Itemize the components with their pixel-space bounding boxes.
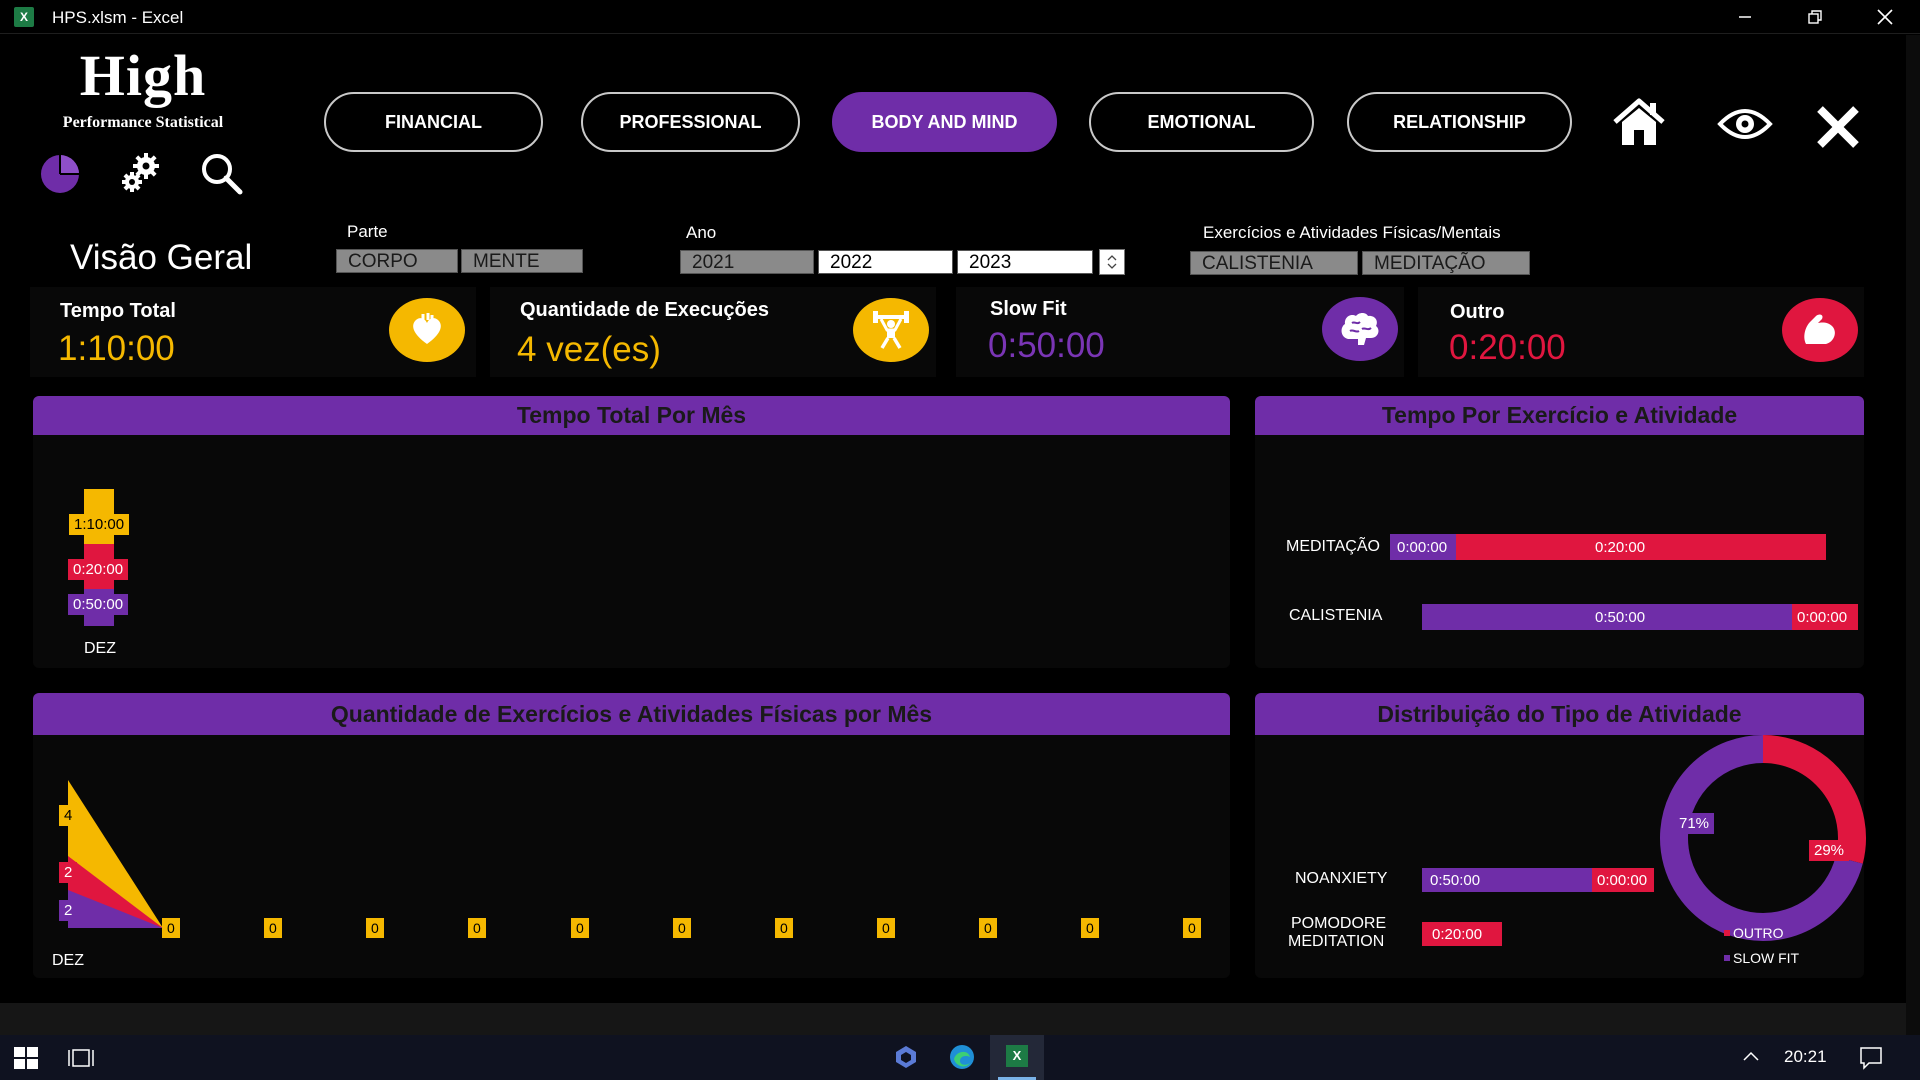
chart-donut bbox=[1660, 735, 1866, 941]
data-label: 0:50:00 bbox=[68, 594, 129, 615]
x-axis-label: DEZ bbox=[52, 952, 84, 969]
x-axis-label: DEZ bbox=[84, 640, 116, 657]
legend-swatch-slow-fit bbox=[1724, 955, 1730, 961]
category-label: MEDITAÇÃO bbox=[1286, 538, 1380, 555]
pie-label-slow-fit: 71% bbox=[1674, 813, 1715, 834]
chart-quantidade-por-mes bbox=[68, 780, 163, 928]
category-label: POMODORE bbox=[1291, 915, 1387, 932]
task-view-icon[interactable] bbox=[68, 1046, 94, 1075]
data-label: 0:00:00 bbox=[1792, 607, 1853, 628]
data-label-zero: 0 bbox=[468, 918, 486, 938]
data-label-zero: 0 bbox=[1183, 918, 1201, 938]
notification-icon[interactable] bbox=[1859, 1046, 1883, 1075]
data-label-zero: 0 bbox=[877, 918, 895, 938]
data-label-zero: 0 bbox=[979, 918, 997, 938]
pie-label-outro: 29% bbox=[1809, 840, 1850, 861]
category-label: MEDITATION bbox=[1288, 933, 1385, 950]
data-label: 0:20:00 bbox=[68, 559, 129, 580]
data-label: 2 bbox=[59, 900, 78, 921]
data-label: 0:50:00 bbox=[1590, 607, 1651, 628]
data-label: 0:20:00 bbox=[1590, 537, 1651, 558]
legend-swatch-outro bbox=[1724, 930, 1730, 936]
copilot-icon[interactable] bbox=[893, 1044, 919, 1075]
legend-label-slow-fit: SLOW FIT bbox=[1733, 950, 1800, 966]
data-label-zero: 0 bbox=[1081, 918, 1099, 938]
data-label: 0:00:00 bbox=[1392, 537, 1453, 558]
data-label: 0:50:00 bbox=[1425, 870, 1486, 891]
taskbar: X 20:21 bbox=[0, 1035, 1920, 1080]
data-label-zero: 0 bbox=[673, 918, 691, 938]
legend-label-outro: OUTRO bbox=[1733, 925, 1784, 941]
excel-taskbar-icon: X bbox=[1006, 1045, 1028, 1067]
data-label-zero: 0 bbox=[264, 918, 282, 938]
data-label: 0:20:00 bbox=[1427, 924, 1488, 945]
data-label: 2 bbox=[59, 862, 78, 883]
data-label-zero: 0 bbox=[366, 918, 384, 938]
data-label-zero: 0 bbox=[571, 918, 589, 938]
category-label: NOANXIETY bbox=[1295, 870, 1388, 887]
data-label: 1:10:00 bbox=[69, 514, 130, 535]
taskbar-clock[interactable]: 20:21 bbox=[1784, 1047, 1827, 1067]
data-label-zero: 0 bbox=[162, 918, 180, 938]
excel-taskbar-button[interactable]: X bbox=[990, 1035, 1044, 1080]
data-label-zero: 0 bbox=[775, 918, 793, 938]
data-label: 0:00:00 bbox=[1592, 870, 1653, 891]
windows-start-icon[interactable] bbox=[14, 1047, 38, 1074]
chevron-up-icon[interactable] bbox=[1742, 1049, 1760, 1068]
app-root: X HPS.xlsm - Excel High Performance Stat… bbox=[0, 0, 1920, 1080]
category-label: CALISTENIA bbox=[1289, 607, 1383, 624]
data-label: 4 bbox=[59, 805, 78, 826]
edge-icon[interactable] bbox=[948, 1043, 976, 1076]
